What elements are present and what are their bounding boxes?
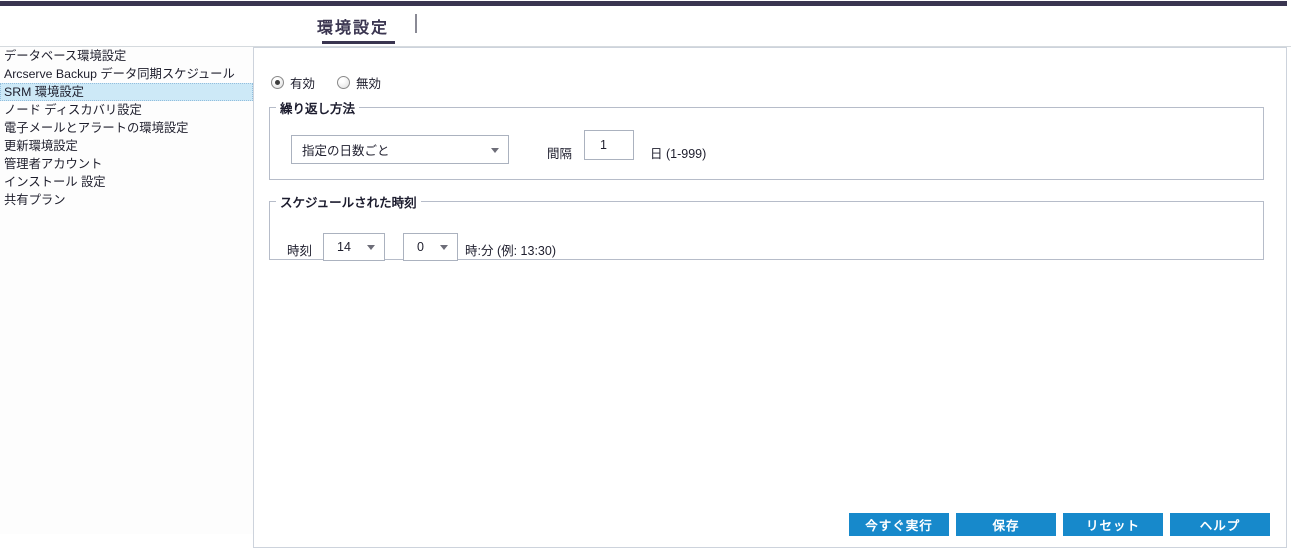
save-button[interactable]: 保存 bbox=[956, 513, 1056, 536]
top-accent-bar bbox=[0, 1, 1287, 6]
minute-value: 0 bbox=[417, 240, 424, 254]
scheduled-time-group: スケジュールされた時刻 時刻 14 0 時:分 (例: 13:30) bbox=[269, 192, 1264, 261]
tab-active-underline bbox=[322, 41, 395, 44]
srm-settings-panel: 有効 無効 繰り返し方法 指定の日数ごと 間隔 日 (1-999) スケジュール… bbox=[253, 47, 1287, 548]
tab-environment-settings[interactable]: 環境設定 bbox=[317, 14, 389, 38]
chevron-down-icon bbox=[440, 245, 448, 250]
repeat-method-legend: 繰り返し方法 bbox=[280, 102, 356, 116]
interval-input[interactable] bbox=[584, 130, 634, 160]
sidebar-item-arcserve-backup-sync-schedule[interactable]: Arcserve Backup データ同期スケジュール bbox=[0, 65, 253, 83]
hour-dropdown[interactable]: 14 bbox=[323, 233, 385, 261]
settings-sidebar: データベース環境設定 Arcserve Backup データ同期スケジュール S… bbox=[0, 47, 253, 534]
sidebar-item-database-settings[interactable]: データベース環境設定 bbox=[0, 47, 253, 65]
enable-radio-group: 有効 無効 bbox=[271, 73, 381, 92]
sidebar-item-email-alert-settings[interactable]: 電子メールとアラートの環境設定 bbox=[0, 119, 253, 137]
chevron-down-icon bbox=[367, 245, 375, 250]
action-button-row: 今すぐ実行 保存 リセット ヘルプ bbox=[849, 513, 1270, 536]
time-label: 時刻 bbox=[287, 244, 313, 258]
hour-value: 14 bbox=[337, 240, 351, 254]
radio-enabled-label: 有効 bbox=[290, 77, 316, 91]
sidebar-item-update-settings[interactable]: 更新環境設定 bbox=[0, 137, 253, 155]
sidebar-item-admin-account[interactable]: 管理者アカウント bbox=[0, 155, 253, 173]
radio-unselected-icon bbox=[337, 76, 351, 89]
tab-separator bbox=[415, 14, 417, 33]
chevron-down-icon bbox=[491, 147, 499, 153]
repeat-method-value: 指定の日数ごと bbox=[302, 144, 390, 158]
repeat-method-group: 繰り返し方法 指定の日数ごと 間隔 日 (1-999) bbox=[269, 98, 1264, 180]
repeat-method-dropdown[interactable]: 指定の日数ごと bbox=[291, 135, 509, 164]
help-button[interactable]: ヘルプ bbox=[1170, 513, 1270, 536]
radio-disabled-label: 無効 bbox=[356, 77, 382, 91]
radio-selected-icon bbox=[271, 76, 284, 89]
radio-option-disabled[interactable]: 無効 bbox=[337, 73, 381, 92]
interval-label: 間隔 bbox=[547, 147, 573, 161]
run-now-button[interactable]: 今すぐ実行 bbox=[849, 513, 949, 536]
scheduled-time-legend: スケジュールされた時刻 bbox=[280, 196, 417, 210]
interval-unit-label: 日 (1-999) bbox=[650, 147, 707, 161]
sidebar-item-install-settings[interactable]: インストール 設定 bbox=[0, 173, 253, 191]
minute-dropdown[interactable]: 0 bbox=[403, 233, 458, 261]
radio-option-enabled[interactable]: 有効 bbox=[271, 73, 315, 92]
reset-button[interactable]: リセット bbox=[1063, 513, 1163, 536]
sidebar-item-shared-plan[interactable]: 共有プラン bbox=[0, 191, 253, 209]
sidebar-item-node-discovery-settings[interactable]: ノード ディスカバリ設定 bbox=[0, 101, 253, 119]
sidebar-item-srm-settings[interactable]: SRM 環境設定 bbox=[0, 83, 253, 101]
time-format-hint: 時:分 (例: 13:30) bbox=[465, 244, 556, 258]
